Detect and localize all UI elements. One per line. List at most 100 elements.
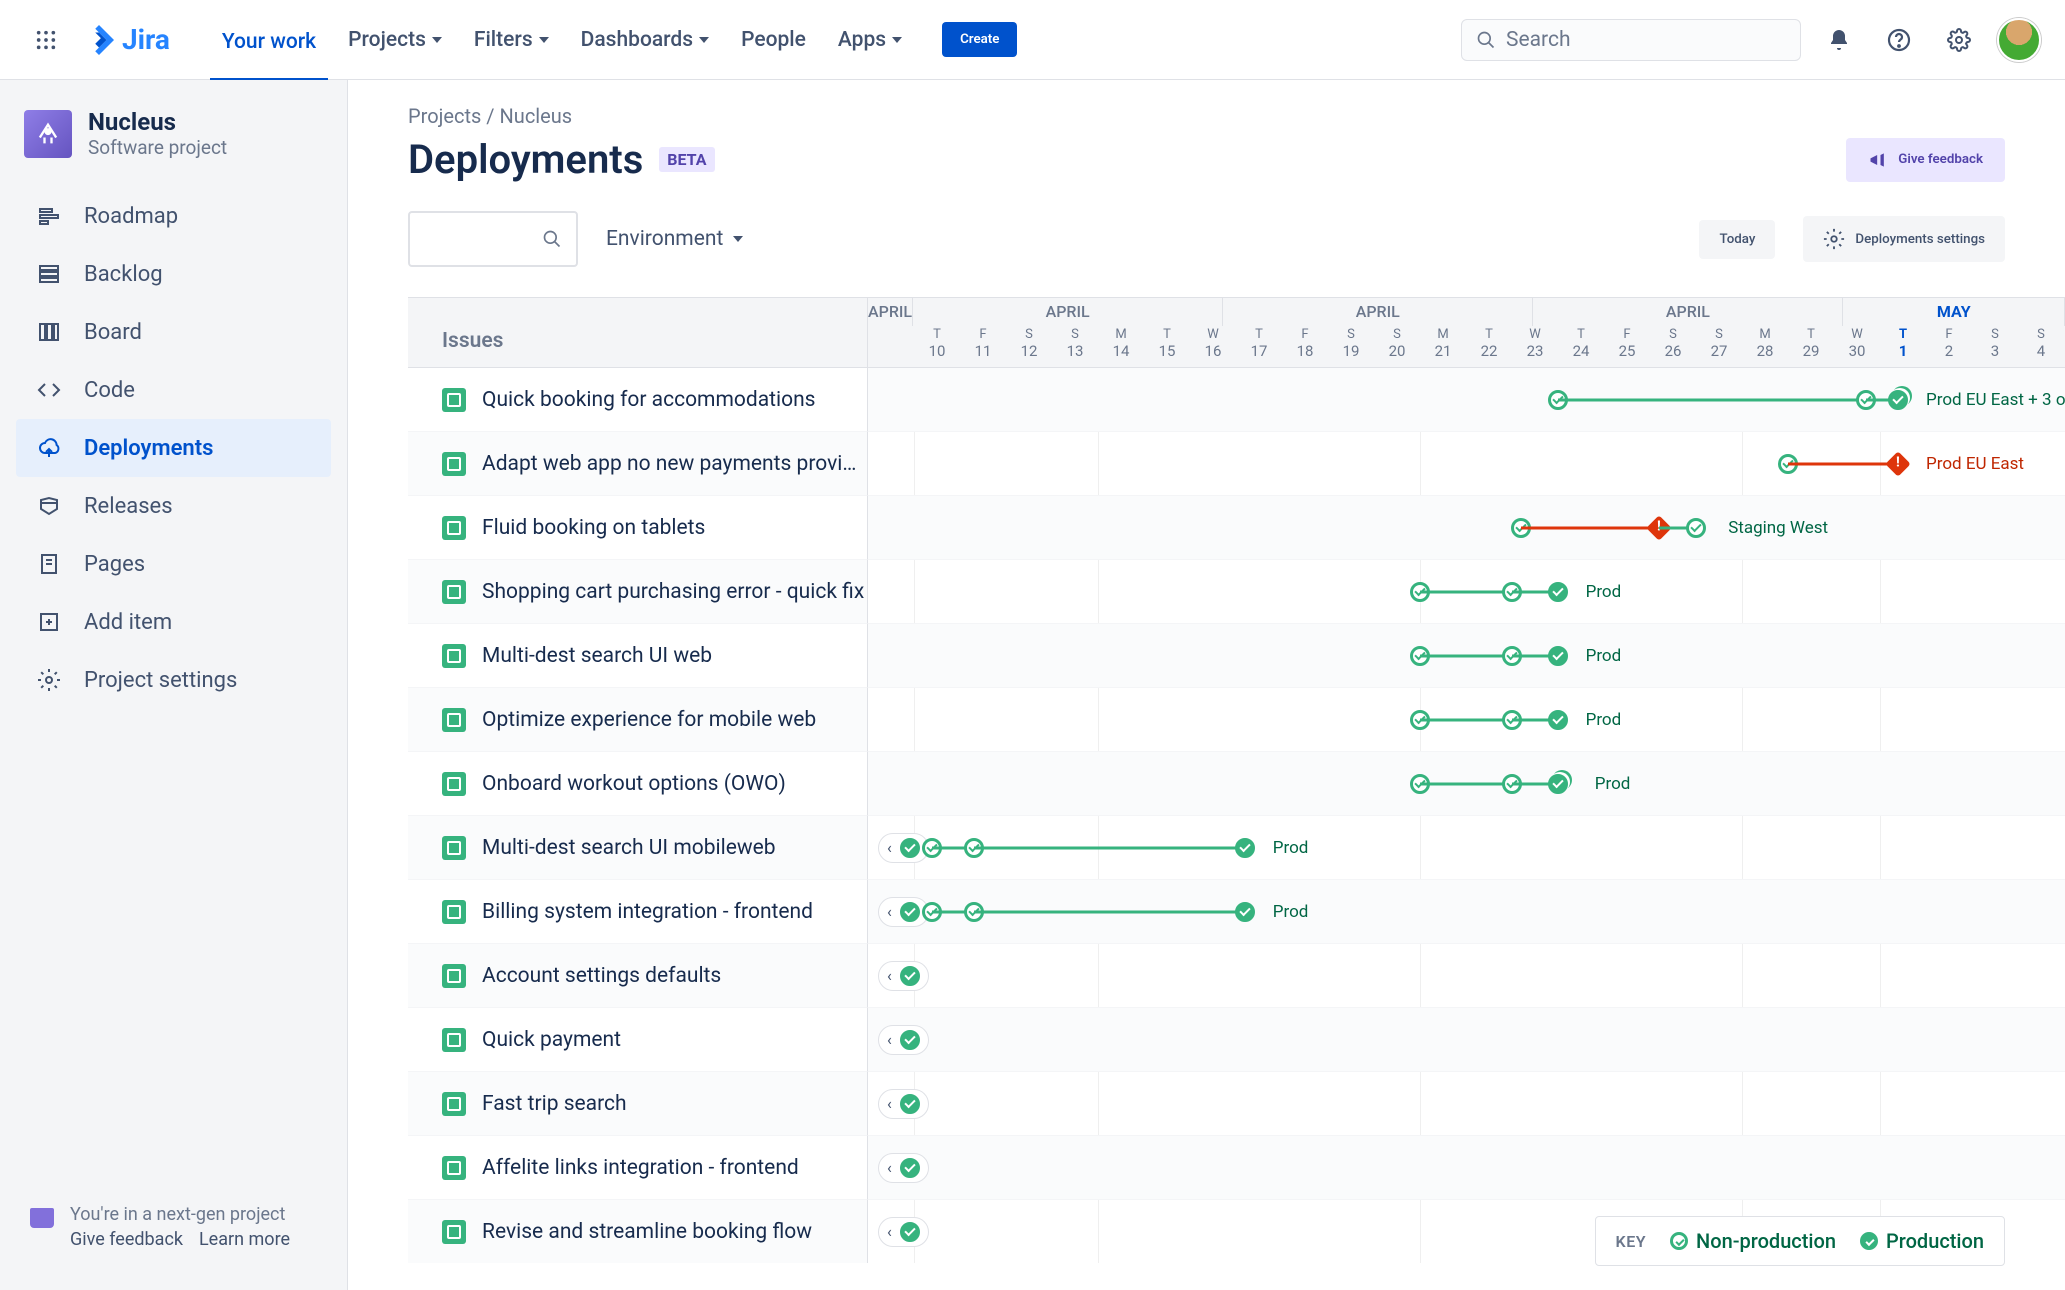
issue-row[interactable]: Adapt web app no new payments provider <box>408 432 868 496</box>
environment-label[interactable]: Prod <box>1595 774 1631 794</box>
day-header[interactable]: S4 <box>2018 326 2064 367</box>
day-header[interactable]: F2 <box>1926 326 1972 367</box>
nav-item-dashboards[interactable]: Dashboards <box>569 20 721 60</box>
issue-search-input[interactable] <box>408 211 578 267</box>
breadcrumb[interactable]: Projects / Nucleus <box>408 104 2065 128</box>
nav-item-filters[interactable]: Filters <box>462 20 561 60</box>
sidebar-item-pages[interactable]: Pages <box>16 535 331 593</box>
sidebar-item-project-settings[interactable]: Project settings <box>16 651 331 709</box>
help-icon[interactable] <box>1877 18 1921 62</box>
day-header[interactable]: S12 <box>1006 326 1052 367</box>
day-header[interactable]: T22 <box>1466 326 1512 367</box>
profile-avatar[interactable] <box>1997 18 2041 62</box>
day-header[interactable]: W16 <box>1190 326 1236 367</box>
scroll-back-chip[interactable]: ‹ <box>878 1217 929 1247</box>
notifications-icon[interactable] <box>1817 18 1861 62</box>
nonprod-marker-icon[interactable] <box>1686 518 1706 538</box>
error-marker-icon[interactable] <box>1886 451 1911 476</box>
issue-row[interactable]: Multi-dest search UI web <box>408 624 868 688</box>
issue-row[interactable]: Billing system integration - frontend <box>408 880 868 944</box>
issue-row[interactable]: Fast trip search <box>408 1072 868 1136</box>
sidebar-item-code[interactable]: Code <box>16 361 331 419</box>
environment-label[interactable]: Prod <box>1586 710 1622 730</box>
nav-item-projects[interactable]: Projects <box>336 20 454 60</box>
environment-label[interactable]: Prod <box>1586 646 1622 666</box>
issue-row[interactable]: Quick payment <box>408 1008 868 1072</box>
issue-row[interactable]: Affelite links integration - frontend <box>408 1136 868 1200</box>
scroll-back-chip[interactable]: ‹ <box>878 961 929 991</box>
day-header[interactable]: W23 <box>1512 326 1558 367</box>
day-header[interactable]: M14 <box>1098 326 1144 367</box>
app-switcher-icon[interactable] <box>24 18 68 62</box>
create-button[interactable]: Create <box>942 22 1017 57</box>
environment-label[interactable]: Prod <box>1273 838 1309 858</box>
environment-label[interactable]: Prod <box>1586 582 1622 602</box>
day-header[interactable] <box>868 326 914 367</box>
day-header[interactable]: S20 <box>1374 326 1420 367</box>
scroll-back-chip[interactable]: ‹ <box>878 897 929 927</box>
sidebar-item-deployments[interactable]: Deployments <box>16 419 331 477</box>
prod-marker-icon[interactable] <box>1548 582 1568 602</box>
today-button[interactable]: Today <box>1699 220 1775 259</box>
timeline[interactable]: APRILAPRILAPRILAPRILMAY T10F11S12S13M14T… <box>868 298 2065 1263</box>
day-header[interactable]: F18 <box>1282 326 1328 367</box>
day-header[interactable]: F25 <box>1604 326 1650 367</box>
environment-label[interactable]: Prod <box>1273 902 1309 922</box>
deployments-settings-button[interactable]: Deployments settings <box>1803 216 2005 262</box>
nav-item-people[interactable]: People <box>729 20 818 60</box>
scroll-back-chip[interactable]: ‹ <box>878 1025 929 1055</box>
issue-row[interactable]: Quick booking for accommodations <box>408 368 868 432</box>
sidebar-item-board[interactable]: Board <box>16 303 331 361</box>
day-header[interactable]: M28 <box>1742 326 1788 367</box>
prod-marker-icon[interactable] <box>1235 838 1255 858</box>
day-header[interactable]: S19 <box>1328 326 1374 367</box>
day-header[interactable]: S26 <box>1650 326 1696 367</box>
jira-logo[interactable]: Jira <box>84 23 170 56</box>
prod-marker-icon[interactable] <box>1548 646 1568 666</box>
issue-row[interactable]: Fluid booking on tablets <box>408 496 868 560</box>
day-header[interactable]: T29 <box>1788 326 1834 367</box>
sidebar-item-backlog[interactable]: Backlog <box>16 245 331 303</box>
day-header[interactable]: T15 <box>1144 326 1190 367</box>
issue-row[interactable]: Onboard workout options (OWO) <box>408 752 868 816</box>
give-feedback-button[interactable]: Give feedback <box>1846 138 2005 182</box>
issue-row[interactable]: Revise and streamline booking flow <box>408 1200 868 1263</box>
day-header[interactable]: M21 <box>1420 326 1466 367</box>
environment-label[interactable]: Staging West <box>1728 518 1828 538</box>
prod-marker-icon[interactable] <box>1548 774 1568 794</box>
environment-label[interactable]: Prod EU East + 3 ot <box>1926 390 2065 410</box>
day-header[interactable]: W30 <box>1834 326 1880 367</box>
prod-marker-icon[interactable] <box>1235 902 1255 922</box>
breadcrumb-project[interactable]: Nucleus <box>500 104 573 128</box>
sidebar-learn-link[interactable]: Learn more <box>199 1229 290 1250</box>
global-search[interactable]: Search <box>1461 19 1801 61</box>
day-header[interactable]: T24 <box>1558 326 1604 367</box>
scroll-back-chip[interactable]: ‹ <box>878 1153 929 1183</box>
day-header[interactable]: S3 <box>1972 326 2018 367</box>
day-header[interactable]: T1 <box>1880 326 1926 367</box>
sidebar-item-add-item[interactable]: Add item <box>16 593 331 651</box>
sidebar-item-roadmap[interactable]: Roadmap <box>16 187 331 245</box>
breadcrumb-projects[interactable]: Projects <box>408 104 481 128</box>
scroll-back-chip[interactable]: ‹ <box>878 833 929 863</box>
issue-row[interactable]: Optimize experience for mobile web <box>408 688 868 752</box>
scroll-back-chip[interactable]: ‹ <box>878 1089 929 1119</box>
nav-item-apps[interactable]: Apps <box>826 20 914 60</box>
environment-label[interactable]: Prod EU East <box>1926 454 2024 474</box>
day-header[interactable]: F11 <box>960 326 1006 367</box>
project-header[interactable]: Nucleus Software project <box>16 108 331 159</box>
environment-dropdown[interactable]: Environment <box>606 227 743 251</box>
prod-marker-icon[interactable] <box>1548 710 1568 730</box>
settings-icon[interactable] <box>1937 18 1981 62</box>
day-header[interactable]: S27 <box>1696 326 1742 367</box>
day-header[interactable]: S13 <box>1052 326 1098 367</box>
day-header[interactable]: T17 <box>1236 326 1282 367</box>
prod-marker-icon[interactable] <box>1888 390 1908 410</box>
issue-row[interactable]: Shopping cart purchasing error - quick f… <box>408 560 868 624</box>
nav-item-your-work[interactable]: Your work <box>210 22 328 81</box>
sidebar-feedback-link[interactable]: Give feedback <box>70 1229 183 1250</box>
day-header[interactable]: T10 <box>914 326 960 367</box>
issue-row[interactable]: Account settings defaults <box>408 944 868 1008</box>
sidebar-item-releases[interactable]: Releases <box>16 477 331 535</box>
issue-row[interactable]: Multi-dest search UI mobileweb <box>408 816 868 880</box>
